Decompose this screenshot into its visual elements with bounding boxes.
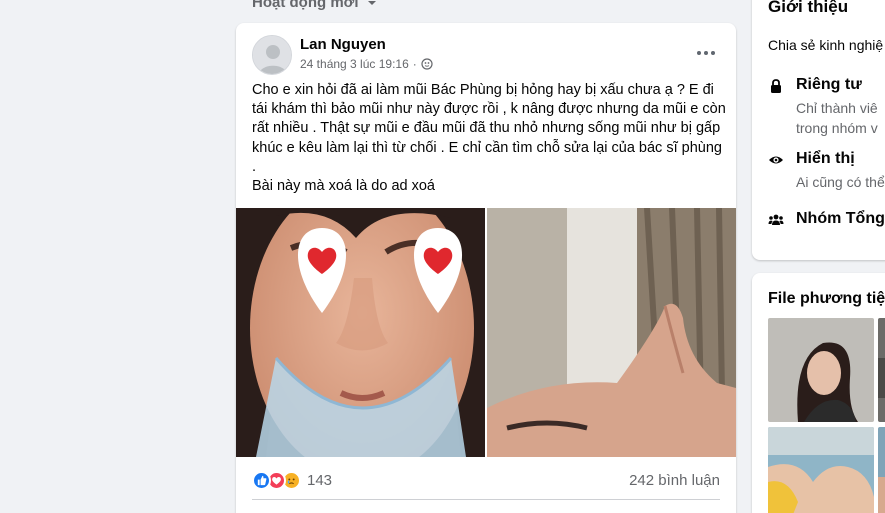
lock-icon (771, 79, 781, 93)
profile-photo-image (487, 208, 736, 457)
reaction-count: 143 (307, 471, 333, 489)
face-photo-image (236, 208, 485, 457)
like-icon (252, 470, 271, 490)
feed-sort-dropdown[interactable]: Hoạt động mới (252, 0, 377, 11)
privacy-detail-line: trong nhóm v (796, 120, 878, 136)
media-title: File phương tiệ (768, 290, 885, 307)
media-thumbnail[interactable] (768, 427, 874, 513)
media-thumbnail-image (768, 427, 874, 513)
post-meta: 24 tháng 3 lúc 19:16 · (300, 57, 433, 71)
post-author[interactable]: Lan Nguyen (300, 36, 386, 53)
feed-sort-label: Hoạt động mới (252, 0, 359, 11)
media-thumbnail-image (878, 427, 885, 513)
author-avatar[interactable] (252, 35, 292, 75)
privacy-detail-line: Chỉ thành viê (796, 100, 878, 116)
post-body: Cho e xin hỏi đã ai làm mũi Bác Phùng bị… (252, 81, 726, 196)
post-stats: 143 242 bình luận (252, 468, 720, 492)
media-thumbnail-image (878, 318, 885, 422)
media-thumbnail-image (768, 318, 874, 422)
globe-icon (421, 58, 433, 70)
post-card: Lan Nguyen 24 tháng 3 lúc 19:16 · Cho e … (236, 23, 736, 513)
media-thumbnail[interactable] (878, 318, 885, 422)
comment-count-link[interactable]: 242 bình luận (629, 472, 720, 489)
visibility-title: Hiển thị (796, 150, 855, 167)
avatar-placeholder-icon (253, 36, 291, 74)
group-intro-card: Giới thiệu Chia sẻ kinh nghiệ Riêng tư C… (752, 0, 885, 260)
post-body-paragraph: Cho e xin hỏi đã ai làm mũi Bác Phùng bị… (252, 82, 726, 175)
group-icon (768, 214, 784, 225)
post-photo-profile[interactable] (487, 208, 736, 457)
post-photos (236, 208, 736, 457)
chevron-down-icon (367, 0, 376, 5)
media-thumbnail[interactable] (768, 318, 874, 422)
more-options-icon[interactable] (692, 39, 720, 67)
meta-separator: · (412, 57, 417, 71)
intro-description: Chia sẻ kinh nghiệ (768, 37, 884, 53)
media-thumbnail[interactable] (878, 427, 885, 513)
media-card: File phương tiệ (752, 273, 885, 513)
post-photo-face[interactable] (236, 208, 485, 457)
visibility-detail-line: Ai cũng có thể (796, 174, 885, 190)
group-type-title[interactable]: Nhóm Tổng (796, 210, 885, 228)
post-timestamp[interactable]: 24 tháng 3 lúc 19:16 (300, 57, 409, 71)
intro-title: Giới thiệu (768, 0, 849, 16)
reaction-summary[interactable]: 143 (252, 470, 333, 490)
eye-icon (769, 156, 783, 164)
post-body-paragraph: Bài này mà xoá là do ad xoá (252, 178, 435, 195)
privacy-title: Riêng tư (796, 76, 862, 93)
stats-divider (252, 499, 720, 500)
